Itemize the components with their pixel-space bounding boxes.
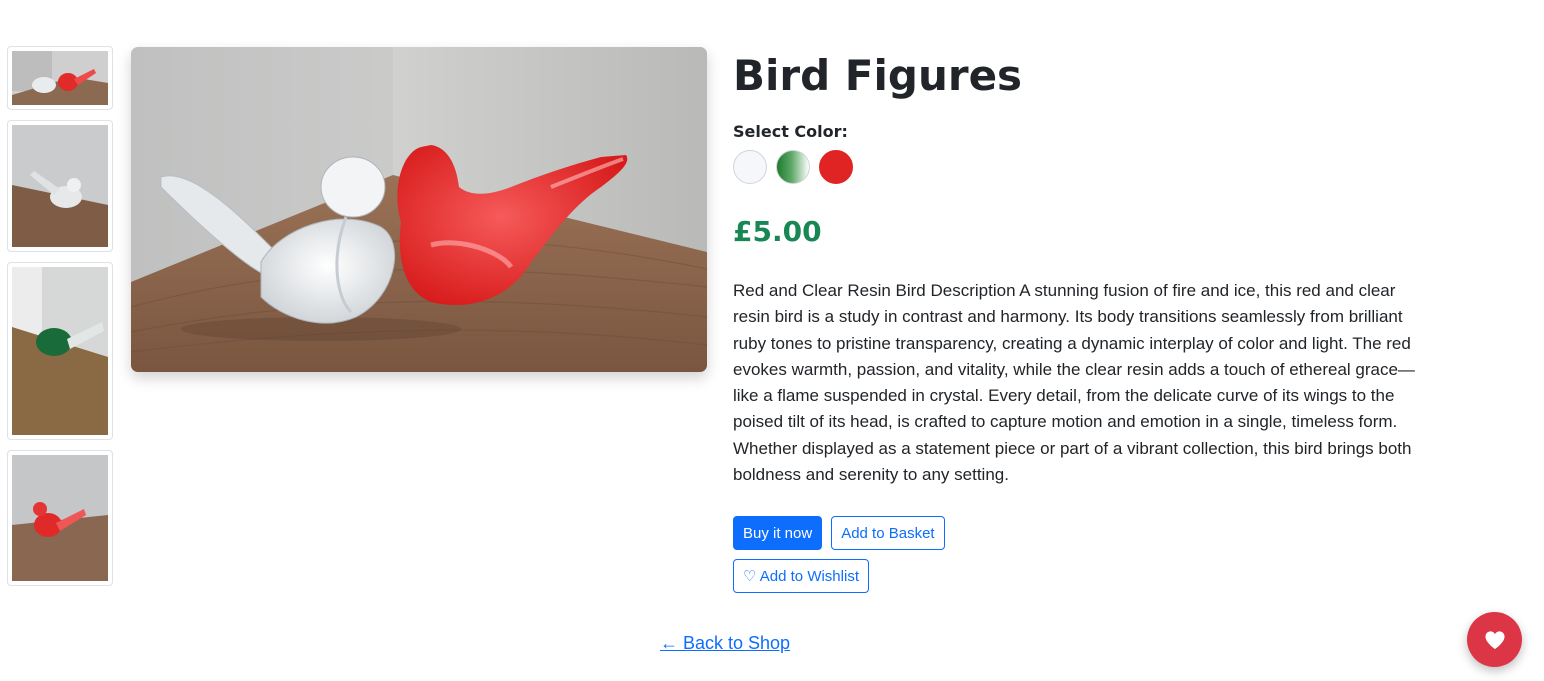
- color-swatch-clear[interactable]: [733, 150, 767, 184]
- product-title: Bird Figures: [733, 51, 1023, 100]
- buy-now-button[interactable]: Buy it now: [733, 516, 823, 551]
- product-description: Red and Clear Resin Bird Description A s…: [733, 281, 1415, 485]
- product-photo-red-clear-birds: [131, 47, 707, 372]
- thumbnail-2[interactable]: [7, 120, 113, 252]
- wishlist-fab-button[interactable]: [1467, 612, 1522, 667]
- product-details: Bird Figures Select Color: £5.00 Red and…: [733, 46, 1443, 594]
- color-swatches: [733, 150, 1443, 184]
- thumbnail-1[interactable]: [7, 46, 113, 110]
- main-product-image[interactable]: [131, 47, 707, 372]
- thumbnail-image-green-bird: [12, 267, 108, 435]
- thumbnail-gallery: [7, 46, 113, 596]
- thumbnail-image-red-bird: [12, 455, 108, 581]
- color-swatch-green[interactable]: [776, 150, 810, 184]
- back-to-shop-link[interactable]: ← Back to Shop: [660, 633, 790, 654]
- add-to-basket-button[interactable]: Add to Basket: [831, 516, 945, 551]
- select-color-label: Select Color:: [733, 122, 848, 141]
- thumbnail-image-clear-bird: [12, 125, 108, 247]
- product-price: £5.00: [733, 215, 822, 248]
- heart-icon: [1484, 630, 1505, 649]
- color-swatch-red[interactable]: [819, 150, 853, 184]
- thumbnail-4[interactable]: [7, 450, 113, 586]
- thumbnail-image-red-clear-birds: [12, 51, 108, 105]
- purchase-actions: Buy it now Add to Basket: [733, 516, 1443, 551]
- thumbnail-3[interactable]: [7, 262, 113, 440]
- add-to-wishlist-button[interactable]: ♡ Add to Wishlist: [733, 559, 869, 594]
